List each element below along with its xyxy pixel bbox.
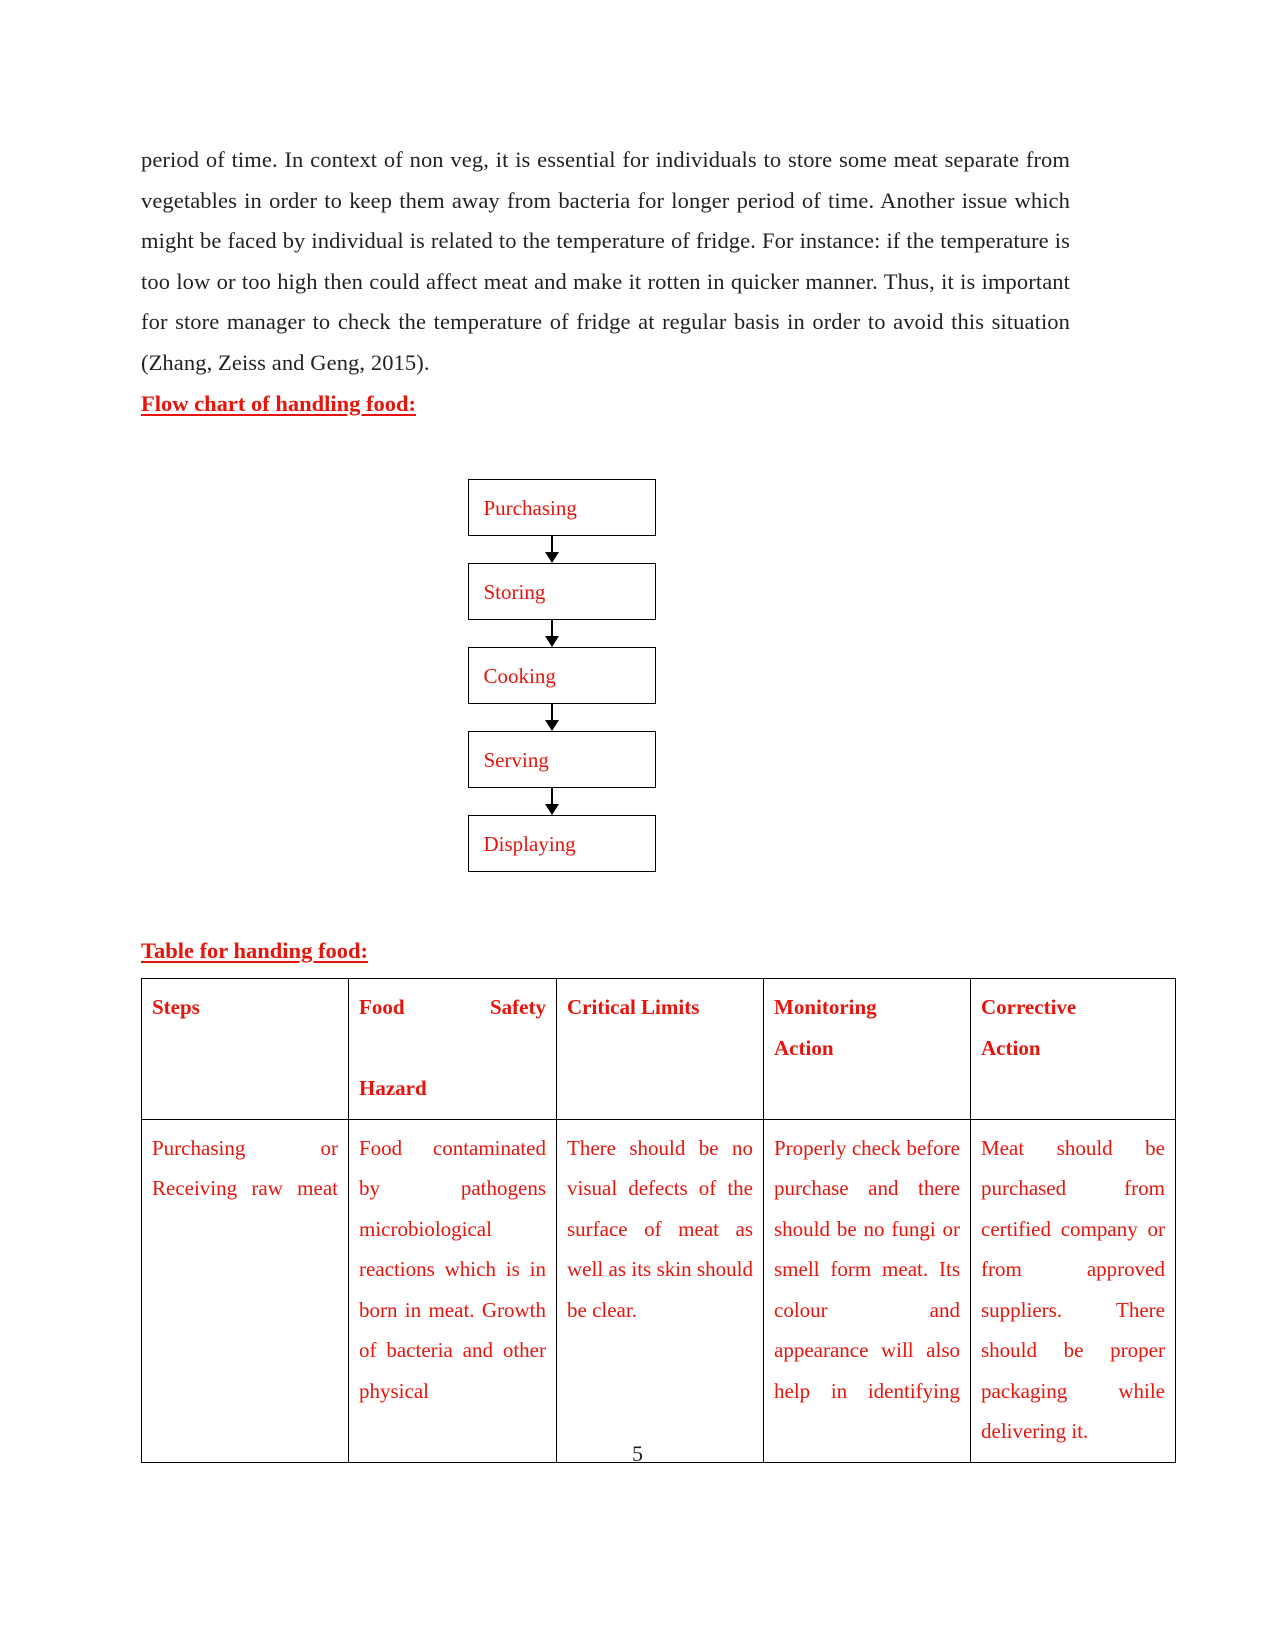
down-arrow-icon [468, 620, 656, 647]
cell-text: Food contaminated by pathogens microbiol… [359, 1135, 546, 1403]
flow-step-label: Serving [483, 747, 549, 772]
column-header-line2: Hazard [359, 1076, 427, 1100]
flow-step-label: Storing [483, 579, 546, 604]
flow-step-cooking: Cooking [467, 647, 656, 704]
column-header-critical-limits: Critical Limits [556, 978, 764, 1120]
food-handling-table: Steps Food Safety Hazard Critical Limits… [141, 978, 1176, 1463]
cell-text: Purchasing or Receiving raw meat [152, 1135, 338, 1201]
body-paragraph: period of time. In context of non veg, i… [141, 147, 1070, 375]
document-page: period of time. In context of non veg, i… [0, 0, 1275, 1651]
table-header-row: Steps Food Safety Hazard Critical Limits… [141, 978, 1176, 1120]
flow-step-serving: Serving [467, 731, 656, 788]
column-header-steps: Steps [141, 978, 349, 1120]
cell-steps: Purchasing or Receiving raw meat [141, 1118, 349, 1463]
flow-step-storing: Storing [467, 563, 656, 620]
column-header-food-safety-hazard: Food Safety Hazard [348, 978, 557, 1120]
column-header-line2: Action [981, 1035, 1041, 1060]
cell-corrective-action: Meat should be purchased from certified … [970, 1118, 1176, 1463]
column-header-line2: Action [774, 1035, 834, 1060]
food-handling-flowchart: Purchasing Storing Cooking Serving Displ… [467, 421, 656, 872]
flow-step-label: Purchasing [483, 495, 577, 520]
down-arrow-icon [468, 788, 656, 815]
flowchart-heading: Flow chart of handling food: [141, 391, 417, 416]
cell-critical-limits: There should be no visual defects of the… [556, 1118, 764, 1463]
cell-food-safety-hazard: Food contaminated by pathogens microbiol… [348, 1118, 557, 1463]
cell-text: Meat should be purchased from certified … [981, 1135, 1165, 1444]
flow-step-displaying: Displaying [467, 815, 656, 872]
down-arrow-icon [468, 536, 656, 563]
column-header-line1: Corrective [981, 995, 1077, 1019]
table-heading: Table for handing food: [141, 938, 368, 963]
page-number: 5 [632, 1441, 643, 1466]
column-header-line1: Critical Limits [567, 995, 700, 1019]
flow-step-purchasing: Purchasing [467, 479, 656, 536]
column-header-line1: Food Safety [359, 995, 546, 1019]
cell-text: Properly check before purchase and there… [774, 1135, 960, 1403]
column-header-corrective-action: Corrective Action [970, 978, 1176, 1120]
column-header-monitoring-action: Monitoring Action [763, 978, 971, 1120]
table-row: Purchasing or Receiving raw meat Food co… [141, 1118, 1176, 1463]
flow-step-label: Cooking [483, 663, 556, 688]
column-header-line1: Steps [152, 995, 200, 1019]
flow-step-label: Displaying [483, 831, 576, 856]
down-arrow-icon [468, 704, 656, 731]
cell-text: There should be no visual defects of the… [567, 1135, 753, 1322]
cell-monitoring-action: Properly check before purchase and there… [763, 1118, 971, 1463]
column-header-line1: Monitoring [774, 995, 877, 1019]
